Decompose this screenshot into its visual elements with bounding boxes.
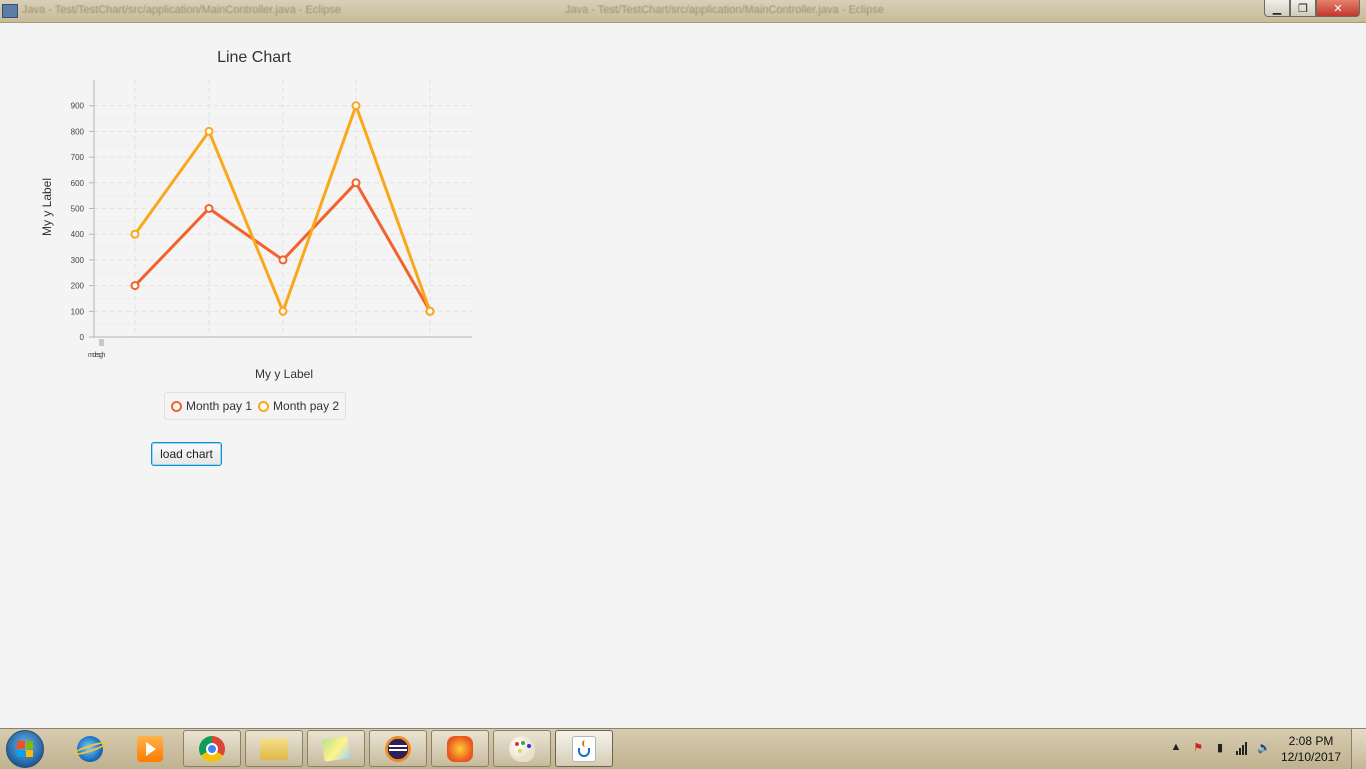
- eclipse-icon: [385, 735, 411, 762]
- legend-item-series-1: Month pay 1: [171, 399, 252, 413]
- window-controls: ▁ ❐ ✕: [1264, 0, 1360, 18]
- show-hidden-icons-icon[interactable]: ▲: [1168, 739, 1184, 755]
- scene-builder-icon: [447, 735, 473, 762]
- y-tick-label: 500: [71, 205, 85, 214]
- window-title-center: Java - Test/TestChart/src/application/Ma…: [565, 4, 884, 16]
- taskbar-paint[interactable]: [493, 730, 551, 767]
- series-2-point: [204, 126, 214, 136]
- taskbar-eclipse[interactable]: [369, 730, 427, 767]
- y-tick-label: 600: [71, 179, 85, 188]
- legend-label-series-1: Month pay 1: [186, 399, 253, 413]
- window-title: Java - Test/TestChart/src/application/Ma…: [22, 4, 341, 16]
- clock-time: 2:08 PM: [1288, 734, 1334, 748]
- system-clock[interactable]: 2:08 PM 12/10/2017: [1276, 733, 1346, 765]
- series-1-point: [130, 281, 140, 291]
- windows-logo-icon: [17, 741, 33, 757]
- legend-item-series-2: Month pay 2: [258, 399, 339, 413]
- series-2-point: [278, 306, 288, 316]
- y-tick-label: 900: [71, 102, 85, 111]
- y-tick-label: 200: [71, 282, 85, 291]
- java-icon: [572, 735, 596, 762]
- y-tick-label: 700: [71, 153, 85, 162]
- window-titlebar: Java - Test/TestChart/src/application/Ma…: [0, 0, 1366, 23]
- sticky-notes-icon: [321, 735, 351, 762]
- media-player-icon: [137, 735, 163, 762]
- series-2-point: [130, 229, 140, 239]
- y-tick-label: 800: [71, 127, 85, 136]
- x-tick-overlap-marker: [99, 339, 104, 346]
- close-button[interactable]: ✕: [1316, 0, 1360, 17]
- series-2-point: [425, 306, 435, 316]
- taskbar-media-player[interactable]: [121, 730, 179, 767]
- taskbar-sticky-notes[interactable]: [307, 730, 365, 767]
- series-1-point: [204, 204, 214, 213]
- clock-date: 12/10/2017: [1280, 750, 1342, 764]
- chrome-icon: [199, 735, 225, 762]
- action-center-flag-icon[interactable]: ⚑: [1190, 739, 1206, 755]
- legend-swatch-series-1: [171, 400, 182, 412]
- x-axis-label: My y Label: [254, 367, 314, 381]
- taskbar-file-explorer[interactable]: [245, 730, 303, 767]
- system-tray: ▲ ⚑ ▮ 🔊: [1162, 739, 1272, 755]
- series-1-point: [278, 255, 288, 265]
- line-chart: Line Chart 0 100 200 300 400 500 600 700 800 900 m…: [0, 22, 520, 442]
- taskbar-chrome[interactable]: [183, 730, 241, 767]
- start-button[interactable]: [6, 730, 44, 768]
- series-2-point: [351, 101, 361, 111]
- taskbar-java[interactable]: [555, 730, 613, 767]
- minimize-button[interactable]: ▁: [1264, 0, 1290, 17]
- y-tick-label: 100: [71, 307, 85, 316]
- series-1-point: [351, 178, 361, 188]
- legend-label-series-2: Month pay 2: [273, 399, 340, 413]
- y-axis-label: My y Label: [40, 177, 54, 237]
- chart-legend: Month pay 1 Month pay 2: [164, 392, 347, 420]
- y-tick-label: 0: [80, 333, 85, 342]
- taskbar-ie[interactable]: [61, 730, 119, 767]
- y-tick-label: 300: [71, 256, 85, 265]
- x-tick-labels-overlapped: mdesgh: [88, 352, 106, 359]
- window-app-icon: [2, 4, 18, 18]
- folder-icon: [260, 737, 288, 760]
- paint-palette-icon: [509, 735, 535, 762]
- volume-icon[interactable]: 🔊: [1256, 739, 1272, 755]
- network-signal-icon[interactable]: [1234, 739, 1250, 755]
- load-chart-button[interactable]: load chart: [151, 442, 222, 466]
- internet-explorer-icon: [77, 735, 103, 762]
- taskbar: ▲ ⚑ ▮ 🔊 2:08 PM 12/10/2017: [0, 728, 1366, 769]
- show-desktop-button[interactable]: [1351, 729, 1366, 769]
- power-icon[interactable]: ▮: [1212, 739, 1228, 755]
- restore-button[interactable]: ❐: [1290, 0, 1316, 17]
- chart-plot: 0 100 200 300 400 500 600 700 800 900 mdesgh: [71, 80, 472, 359]
- y-tick-label: 400: [71, 230, 85, 239]
- legend-swatch-series-2: [258, 400, 270, 412]
- taskbar-scene-builder[interactable]: [431, 730, 489, 767]
